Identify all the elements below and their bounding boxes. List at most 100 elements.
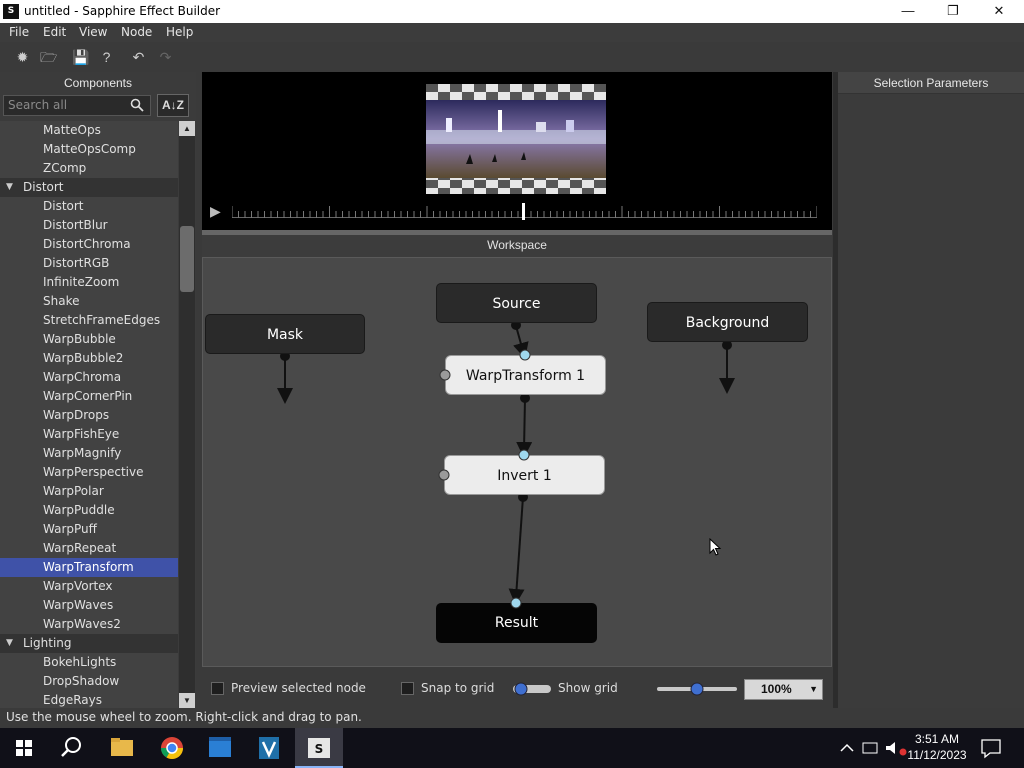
component-item[interactable]: WarpWaves bbox=[0, 596, 178, 615]
undo-icon[interactable]: ↶ bbox=[130, 49, 147, 66]
file-explorer-button[interactable] bbox=[98, 728, 146, 768]
sort-button[interactable]: A↓Z bbox=[157, 94, 189, 117]
scroll-up-icon[interactable]: ▲ bbox=[179, 121, 195, 136]
video-app-button[interactable] bbox=[196, 728, 244, 768]
scroll-thumb[interactable] bbox=[180, 226, 194, 292]
component-item[interactable]: BokehLights bbox=[0, 653, 178, 672]
scroll-down-icon[interactable]: ▼ bbox=[179, 693, 195, 708]
component-item[interactable]: MatteOpsComp bbox=[0, 140, 178, 159]
component-item[interactable]: WarpDrops bbox=[0, 406, 178, 425]
component-item[interactable]: Shake bbox=[0, 292, 178, 311]
transport-bar: ▶ bbox=[202, 200, 832, 222]
node-invert[interactable]: Invert 1 bbox=[444, 455, 605, 495]
node-background[interactable]: Background bbox=[647, 302, 808, 342]
component-item[interactable]: WarpWaves2 bbox=[0, 615, 178, 634]
editor-icon[interactable] bbox=[245, 728, 293, 768]
clapperboard-icon[interactable] bbox=[196, 728, 244, 768]
component-item[interactable]: WarpMagnify bbox=[0, 444, 178, 463]
show-grid-label: Show grid bbox=[558, 681, 618, 695]
windows-logo-icon[interactable] bbox=[0, 728, 48, 768]
menu-edit[interactable]: Edit bbox=[43, 25, 66, 39]
workspace-canvas[interactable]: Mask Source Background WarpTransform 1 I… bbox=[202, 257, 832, 667]
snap-to-grid-checkbox[interactable] bbox=[401, 682, 414, 695]
start-button[interactable] bbox=[0, 728, 48, 768]
chrome-icon[interactable] bbox=[148, 728, 196, 768]
search-input[interactable]: Search all bbox=[3, 95, 151, 116]
component-item[interactable]: StretchFrameEdges bbox=[0, 311, 178, 330]
component-item[interactable]: EdgeRays bbox=[0, 691, 178, 708]
sapphire-app-button[interactable]: S bbox=[295, 728, 343, 768]
editor-app-button[interactable] bbox=[245, 728, 293, 768]
component-item[interactable]: WarpBubble2 bbox=[0, 349, 178, 368]
search-icon[interactable] bbox=[48, 728, 96, 768]
new-effect-icon[interactable]: ✹ bbox=[14, 49, 31, 66]
network-icon bbox=[862, 742, 878, 754]
component-item[interactable]: DistortChroma bbox=[0, 235, 178, 254]
component-item[interactable]: DropShadow bbox=[0, 672, 178, 691]
category-header[interactable]: ▼ Distort bbox=[0, 178, 178, 197]
component-label: WarpWaves bbox=[43, 598, 114, 612]
window-title: untitled - Sapphire Effect Builder bbox=[24, 4, 221, 18]
category-header[interactable]: ▼ Lighting bbox=[0, 634, 178, 653]
node-mask[interactable]: Mask bbox=[205, 314, 365, 354]
play-icon[interactable]: ▶ bbox=[210, 203, 221, 220]
component-item[interactable]: WarpBubble bbox=[0, 330, 178, 349]
show-grid-toggle[interactable] bbox=[512, 681, 554, 697]
component-item[interactable]: WarpPerspective bbox=[0, 463, 178, 482]
components-scrollbar[interactable]: ▲ ▼ bbox=[179, 121, 195, 708]
expand-icon[interactable]: ▼ bbox=[6, 634, 13, 653]
playhead[interactable] bbox=[522, 203, 525, 220]
sapphire-icon[interactable]: S bbox=[295, 728, 343, 768]
menu-node[interactable]: Node bbox=[121, 25, 152, 39]
menu-help[interactable]: Help bbox=[166, 25, 193, 39]
components-panel: Components Search all A↓Z MatteOps MatteO… bbox=[0, 72, 196, 708]
chevron-down-icon[interactable]: ▼ bbox=[809, 680, 818, 699]
menu-file[interactable]: File bbox=[9, 25, 29, 39]
selection-parameters-panel: Selection Parameters bbox=[838, 72, 1024, 708]
component-item[interactable]: MatteOps bbox=[0, 121, 178, 140]
notification-icon[interactable] bbox=[978, 736, 1004, 760]
chrome-button[interactable] bbox=[148, 728, 196, 768]
component-item[interactable]: WarpVortex bbox=[0, 577, 178, 596]
component-item[interactable]: ZComp bbox=[0, 159, 178, 178]
zoom-slider[interactable] bbox=[656, 681, 740, 697]
components-header: Components bbox=[0, 74, 196, 93]
zoom-dropdown[interactable]: 100% ▼ bbox=[744, 679, 823, 700]
timeline-slider[interactable] bbox=[232, 203, 817, 220]
volume-icon bbox=[886, 742, 895, 754]
search-icon[interactable] bbox=[130, 98, 144, 112]
component-item[interactable]: DistortRGB bbox=[0, 254, 178, 273]
node-source[interactable]: Source bbox=[436, 283, 597, 323]
preview-selected-checkbox[interactable] bbox=[211, 682, 224, 695]
component-item[interactable]: WarpFishEye bbox=[0, 425, 178, 444]
folder-icon[interactable] bbox=[98, 728, 146, 768]
component-label: Shake bbox=[43, 294, 80, 308]
component-item[interactable]: WarpRepeat bbox=[0, 539, 178, 558]
component-item[interactable]: Distort bbox=[0, 197, 178, 216]
component-label: WarpPuddle bbox=[43, 503, 115, 517]
close-icon[interactable]: ✕ bbox=[976, 0, 1022, 23]
redo-icon[interactable]: ↷ bbox=[157, 49, 174, 66]
component-item[interactable]: WarpCornerPin bbox=[0, 387, 178, 406]
component-item[interactable]: WarpPuddle bbox=[0, 501, 178, 520]
save-icon[interactable]: 💾 bbox=[72, 49, 89, 66]
component-item[interactable]: DistortBlur bbox=[0, 216, 178, 235]
workspace-header: Workspace bbox=[202, 235, 832, 257]
component-label: WarpWaves2 bbox=[43, 617, 121, 631]
component-item[interactable]: WarpTransform bbox=[0, 558, 178, 577]
restore-icon[interactable]: ❐ bbox=[930, 0, 976, 23]
component-item[interactable]: InfiniteZoom bbox=[0, 273, 178, 292]
open-folder-icon[interactable]: 🗁 bbox=[40, 49, 57, 66]
minimize-icon[interactable]: — bbox=[885, 0, 931, 23]
taskbar-search-button[interactable] bbox=[48, 728, 96, 768]
component-item[interactable]: WarpChroma bbox=[0, 368, 178, 387]
component-item[interactable]: WarpPuff bbox=[0, 520, 178, 539]
clock[interactable]: 3:51 AM 11/12/2023 bbox=[902, 731, 972, 763]
node-warptransform[interactable]: WarpTransform 1 bbox=[445, 355, 606, 395]
help-icon[interactable]: ? bbox=[98, 49, 115, 66]
component-item[interactable]: WarpPolar bbox=[0, 482, 178, 501]
node-result[interactable]: Result bbox=[436, 603, 597, 643]
menu-view[interactable]: View bbox=[79, 25, 107, 39]
menu-bar: File Edit View Node Help bbox=[0, 23, 1024, 42]
expand-icon[interactable]: ▼ bbox=[6, 178, 13, 197]
